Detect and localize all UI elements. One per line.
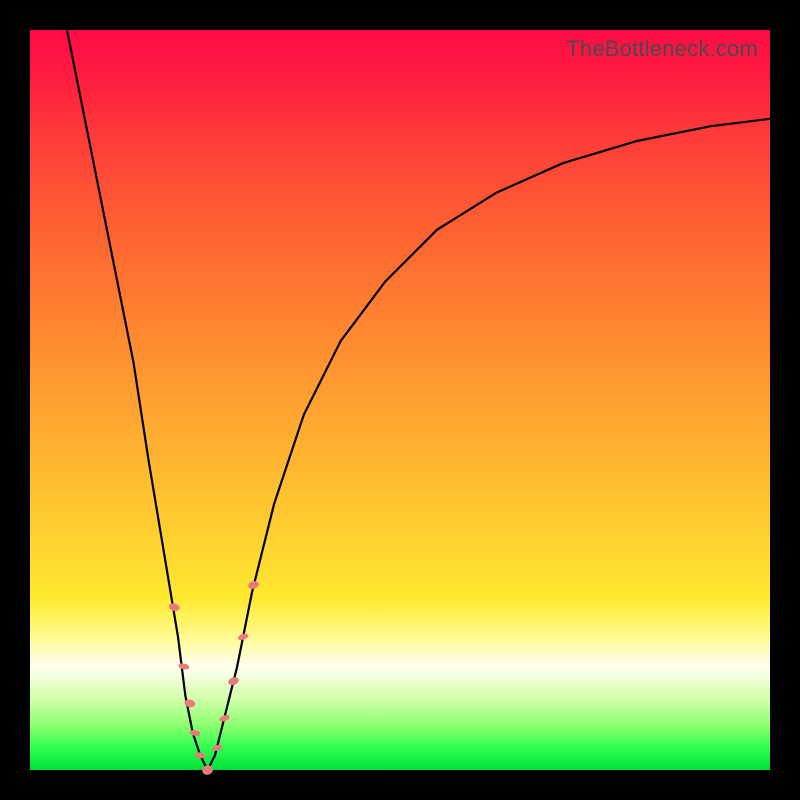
chart-svg (30, 30, 770, 770)
curve-marker (247, 580, 260, 591)
chart-frame: TheBottleneck.com (0, 0, 800, 800)
curve-marker (178, 663, 190, 671)
curve-marker (168, 602, 180, 612)
curve-marker (227, 676, 240, 687)
marker-group (168, 580, 260, 776)
chart-plot-area: TheBottleneck.com (30, 30, 770, 770)
bottleneck-curve (67, 30, 770, 770)
curve-marker (194, 751, 206, 759)
curve-marker (201, 764, 214, 776)
curve-marker (189, 729, 201, 737)
